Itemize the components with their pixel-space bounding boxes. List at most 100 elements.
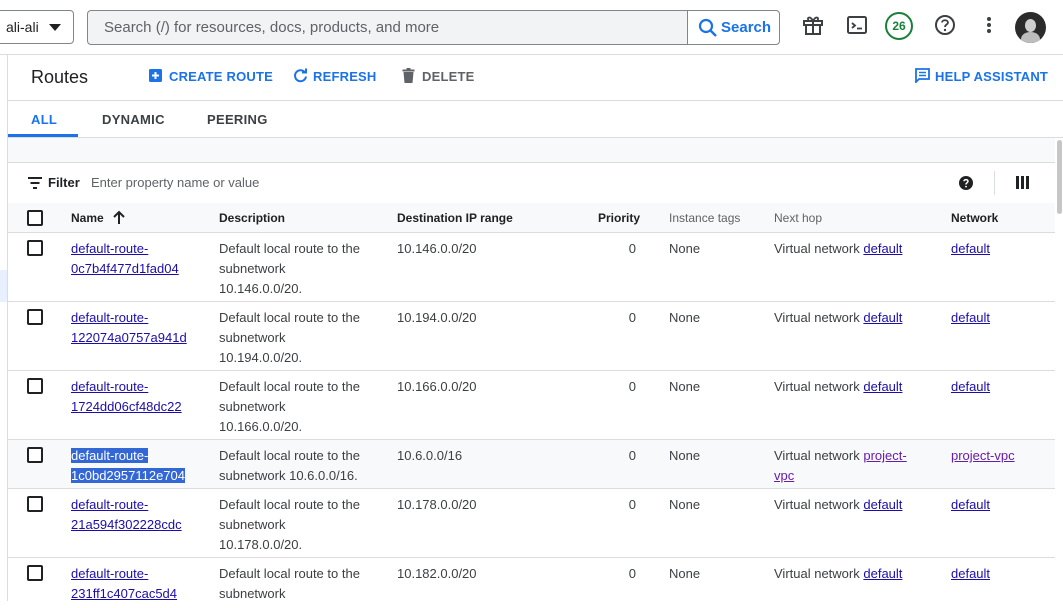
network-cell: project-vpc xyxy=(951,446,1015,466)
gift-icon[interactable] xyxy=(802,14,824,36)
avatar-body xyxy=(1021,32,1040,43)
route-name-link[interactable]: default-route- xyxy=(71,241,148,256)
create-route-label: CREATE ROUTE xyxy=(169,69,273,84)
route-name-link[interactable]: 231ff1c407cac5d4 xyxy=(71,586,177,601)
column-display-icon[interactable] xyxy=(1016,176,1029,189)
avatar-face xyxy=(1025,19,1036,32)
next-hop-link[interactable]: default xyxy=(863,379,902,394)
destination-ip-cell: 10.194.0.0/20 xyxy=(397,310,477,325)
description-text: subnetwork 10.6.0.0/16. xyxy=(219,468,358,483)
notifications-badge[interactable]: 26 xyxy=(885,12,913,40)
route-name-cell: default-route- 1724dd06cf48dc22 xyxy=(71,377,182,417)
vertical-scrollbar[interactable] xyxy=(1056,138,1063,601)
route-name-link[interactable]: default-route- xyxy=(71,566,148,581)
trash-icon xyxy=(402,68,415,83)
network-cell: default xyxy=(951,495,990,515)
select-all-checkbox[interactable] xyxy=(27,210,43,226)
description-text: 10.194.0.0/20. xyxy=(219,350,303,365)
route-name-link[interactable]: default-route- xyxy=(71,497,148,512)
instance-tags-cell: None xyxy=(669,379,701,394)
description-text: subnetwork xyxy=(219,586,286,601)
table-row: default-route- 21a594f302228cdc Default … xyxy=(8,489,1055,558)
route-name-link[interactable]: 1724dd06cf48dc22 xyxy=(71,399,182,414)
cloud-shell-icon[interactable] xyxy=(846,14,868,36)
route-name-link[interactable]: default-route- xyxy=(71,448,149,463)
active-tab-indicator xyxy=(8,134,78,137)
next-hop-link[interactable]: default xyxy=(863,310,902,325)
route-name-cell: default-route- 21a594f302228cdc xyxy=(71,495,182,535)
search-input[interactable]: Search (/) for resources, docs, products… xyxy=(104,11,439,44)
route-name-link[interactable]: default-route- xyxy=(71,310,148,325)
network-link[interactable]: default xyxy=(951,310,990,325)
refresh-button[interactable]: REFRESH xyxy=(293,68,377,84)
help-assistant-button[interactable]: HELP ASSISTANT xyxy=(915,68,1049,84)
top-bar: ali-ali Search (/) for resources, docs, … xyxy=(0,0,1063,55)
next-hop-cell: Virtual network default xyxy=(774,377,902,397)
next-hop-link[interactable]: default xyxy=(863,241,902,256)
description-cell: Default local route to the subnetwork 10… xyxy=(219,446,360,486)
description-cell: Default local route to the subnetwork 10… xyxy=(219,239,360,299)
priority-cell: 0 xyxy=(628,566,636,581)
help-icon[interactable] xyxy=(934,14,956,36)
next-hop-text: Virtual network xyxy=(774,566,860,581)
description-text: Default local route to the xyxy=(219,379,360,394)
next-hop-text: Virtual network xyxy=(774,497,860,512)
description-text: 10.146.0.0/20. xyxy=(219,281,303,296)
scrollbar-thumb[interactable] xyxy=(1057,140,1062,214)
instance-tags-cell: None xyxy=(669,241,701,256)
next-hop-text: Virtual network xyxy=(774,310,860,325)
route-name-link[interactable]: 122074a0757a941d xyxy=(71,330,187,345)
priority-cell: 0 xyxy=(628,241,636,256)
table-row: default-route- 122074a0757a941d Default … xyxy=(8,302,1055,371)
column-header-name[interactable]: Name xyxy=(71,210,125,225)
destination-ip-cell: 10.146.0.0/20 xyxy=(397,241,477,256)
tab-dynamic[interactable]: DYNAMIC xyxy=(102,112,165,127)
instance-tags-cell: None xyxy=(669,310,701,325)
help-icon[interactable] xyxy=(959,176,973,190)
help-assistant-label: HELP ASSISTANT xyxy=(935,69,1049,84)
tab-peering[interactable]: PEERING xyxy=(207,112,268,127)
next-hop-link[interactable]: default xyxy=(863,497,902,512)
next-hop-link[interactable]: default xyxy=(863,566,902,581)
row-checkbox[interactable] xyxy=(27,240,43,256)
create-route-button[interactable]: CREATE ROUTE xyxy=(149,69,273,84)
network-link[interactable]: default xyxy=(951,241,990,256)
description-text: Default local route to the xyxy=(219,497,360,512)
next-hop-link[interactable]: project- xyxy=(863,448,906,463)
destination-ip-cell: 10.166.0.0/20 xyxy=(397,379,477,394)
network-link[interactable]: default xyxy=(951,497,990,512)
more-vert-icon[interactable] xyxy=(978,14,1000,36)
table-row: default-route- 0c7b4f477d1fad04 Default … xyxy=(8,233,1055,302)
description-cell: Default local route to the subnetwork 10… xyxy=(219,308,360,368)
project-selector[interactable]: ali-ali xyxy=(0,10,74,44)
priority-cell: 0 xyxy=(628,379,636,394)
row-checkbox[interactable] xyxy=(27,565,43,581)
route-name-link[interactable]: default-route- xyxy=(71,379,148,394)
filter-label: Filter xyxy=(48,175,80,190)
route-name-link[interactable]: 0c7b4f477d1fad04 xyxy=(71,261,179,276)
network-link[interactable]: default xyxy=(951,566,990,581)
route-name-link[interactable]: 21a594f302228cdc xyxy=(71,517,182,532)
table-row: default-route- 1c0bd2957112e704 Default … xyxy=(8,440,1055,489)
column-header-destination: Destination IP range xyxy=(397,211,513,225)
row-checkbox[interactable] xyxy=(27,496,43,512)
filter-input[interactable]: Enter property name or value xyxy=(91,175,259,190)
instance-tags-cell: None xyxy=(669,448,701,463)
row-checkbox[interactable] xyxy=(27,378,43,394)
delete-button[interactable]: DELETE xyxy=(402,68,474,84)
search-button[interactable]: Search xyxy=(687,11,779,44)
row-checkbox[interactable] xyxy=(27,447,43,463)
next-hop-link[interactable]: vpc xyxy=(774,468,794,483)
description-text: Default local route to the xyxy=(219,566,360,581)
priority-cell: 0 xyxy=(628,310,636,325)
tab-all[interactable]: ALL xyxy=(31,112,57,127)
network-link[interactable]: project-vpc xyxy=(951,448,1015,463)
next-hop-text: Virtual network xyxy=(774,379,860,394)
column-header-next-hop: Next hop xyxy=(774,211,823,225)
next-hop-text: Virtual network xyxy=(774,448,860,463)
description-cell: Default local route to the subnetwork 10… xyxy=(219,377,360,437)
network-link[interactable]: default xyxy=(951,379,990,394)
avatar[interactable] xyxy=(1015,12,1046,43)
row-checkbox[interactable] xyxy=(27,309,43,325)
route-name-link[interactable]: 1c0bd2957112e704 xyxy=(71,468,185,483)
